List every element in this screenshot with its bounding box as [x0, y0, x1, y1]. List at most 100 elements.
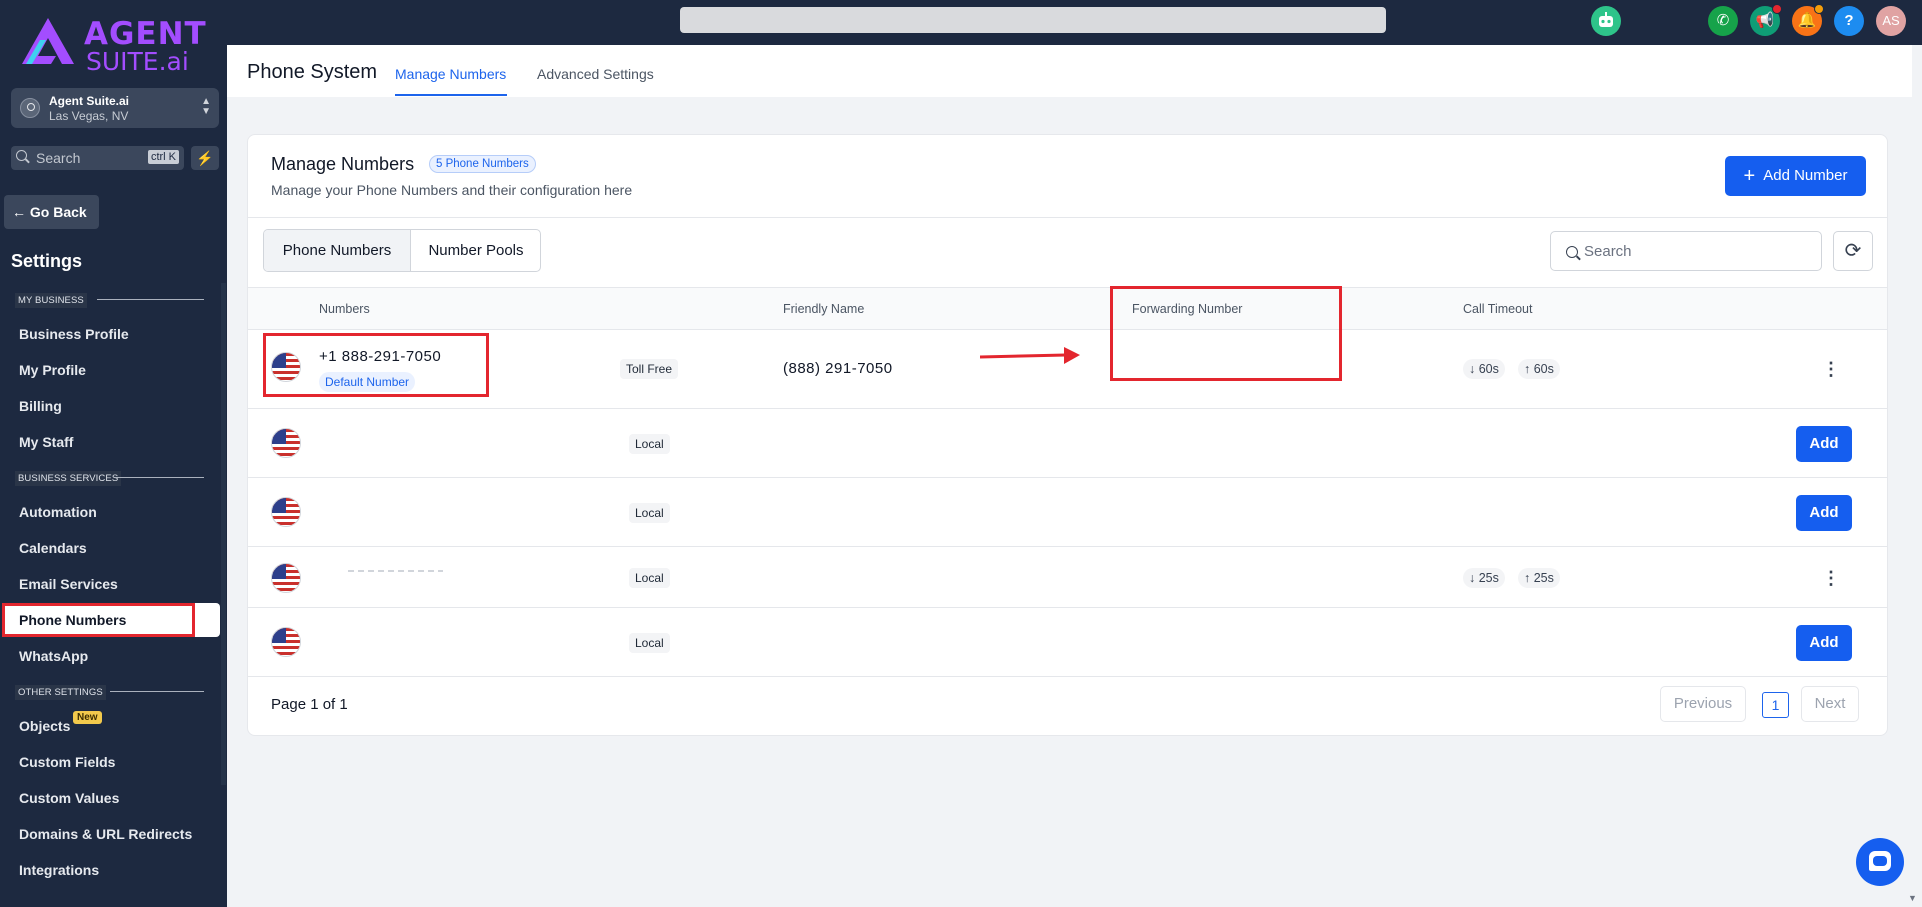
nav-whatsapp[interactable]: WhatsApp [19, 648, 88, 664]
agent-suite-logo-icon [22, 18, 74, 64]
timeout-outbound: ↑ 60s [1518, 359, 1560, 379]
chat-widget-icon[interactable] [1856, 838, 1904, 886]
timeout-outbound-value: 25s [1533, 571, 1554, 585]
manage-numbers-card: Manage Numbers 5 Phone Numbers Manage yo… [247, 134, 1888, 736]
sidebar: AGENT SUITE.ai Agent Suite.ai Las Vegas,… [0, 0, 227, 907]
table-row[interactable]: Local Add [248, 478, 1887, 547]
brand-name-line2: SUITE.ai [86, 47, 189, 76]
previous-button[interactable]: Previous [1660, 686, 1746, 722]
view-toggle: Phone Numbers Number Pools [263, 229, 541, 272]
nav-custom-fields[interactable]: Custom Fields [19, 754, 115, 770]
tab-advanced-settings[interactable]: Advanced Settings [537, 66, 654, 82]
divider [248, 217, 1887, 218]
table-row[interactable]: Local Add [248, 409, 1887, 478]
number-type-badge: Local [629, 503, 670, 523]
page-title: Phone System [247, 61, 378, 83]
nav-business-profile[interactable]: Business Profile [19, 326, 129, 342]
next-button[interactable]: Next [1801, 686, 1859, 722]
phone-count-badge: 5 Phone Numbers [429, 155, 536, 173]
us-flag-icon [271, 563, 301, 593]
notification-dot [1814, 4, 1824, 14]
table-row[interactable]: Local ↓ 25s ↑ 25s ⋮ [248, 547, 1887, 608]
number-type-badge: Toll Free [620, 359, 679, 379]
timeout-inbound-value: 60s [1478, 362, 1499, 376]
annotation-highlight-box [263, 333, 489, 397]
nav-objects[interactable]: Objects [19, 718, 70, 734]
section-business-services: BUSINESS SERVICES [15, 471, 122, 486]
annotation-highlight-box [2, 603, 195, 637]
redacted-number [348, 570, 443, 572]
chevron-updown-icon: ▲ ▼ [201, 96, 211, 117]
add-number-label: Add Number [1763, 167, 1848, 184]
nav-my-profile[interactable]: My Profile [19, 362, 86, 378]
us-flag-icon [271, 428, 301, 458]
user-avatar[interactable]: AS [1876, 6, 1906, 36]
new-badge: New [73, 711, 102, 724]
location-pin-icon [20, 98, 40, 118]
segment-phone-numbers[interactable]: Phone Numbers [264, 230, 411, 271]
add-forwarding-button[interactable]: Add [1796, 625, 1852, 661]
shortcut-hint: ctrl K [147, 150, 179, 164]
timeout-outbound: ↑ 25s [1518, 568, 1560, 588]
card-subtitle: Manage your Phone Numbers and their conf… [271, 182, 633, 198]
tab-manage-numbers[interactable]: Manage Numbers [395, 66, 506, 82]
number-type-badge: Local [629, 568, 670, 588]
add-forwarding-button[interactable]: Add [1796, 426, 1852, 462]
add-forwarding-button[interactable]: Add [1796, 495, 1852, 531]
top-bar: ✆ 📢 🔔 ? AS [227, 0, 1922, 45]
nav-billing[interactable]: Billing [19, 398, 62, 414]
nav-my-staff[interactable]: My Staff [19, 434, 73, 450]
section-my-business: MY BUSINESS [15, 293, 87, 308]
brand-logo[interactable]: AGENT SUITE.ai [18, 14, 218, 76]
location-switcher[interactable]: Agent Suite.ai Las Vegas, NV ▲ ▼ [11, 88, 219, 128]
nav-domains[interactable]: Domains & URL Redirects [19, 826, 192, 842]
nav-phone-numbers[interactable]: Phone Numbers [2, 603, 220, 637]
nav-integrations[interactable]: Integrations [19, 862, 99, 878]
quick-action-bolt-icon[interactable]: ⚡ [191, 146, 219, 170]
timeout-inbound: ↓ 60s [1463, 359, 1505, 379]
table-search-placeholder: Search [1584, 243, 1632, 260]
global-search-bar[interactable] [680, 7, 1386, 33]
card-title: Manage Numbers [271, 154, 415, 174]
refresh-icon[interactable]: ⟳ [1833, 231, 1873, 271]
add-number-button[interactable]: + Add Number [1725, 156, 1866, 196]
nav-calendars[interactable]: Calendars [19, 540, 87, 556]
nav-automation[interactable]: Automation [19, 504, 97, 520]
more-options-icon[interactable]: ⋮ [1822, 360, 1840, 378]
go-back-button[interactable]: ← Go Back [4, 195, 99, 229]
ai-bot-icon[interactable] [1591, 6, 1621, 36]
active-tab-underline [395, 94, 507, 96]
scroll-down-arrow-icon[interactable]: ▼ [1908, 893, 1917, 903]
table-row[interactable]: Local Add [248, 608, 1887, 677]
section-other-settings: OTHER SETTINGS [15, 685, 106, 700]
notification-dot [1772, 4, 1782, 14]
col-friendly-name: Friendly Name [783, 302, 865, 316]
location-city: Las Vegas, NV [49, 109, 129, 123]
timeout-inbound: ↓ 25s [1463, 568, 1505, 588]
segment-number-pools[interactable]: Number Pools [411, 230, 540, 271]
help-icon[interactable]: ? [1834, 6, 1864, 36]
timeout-inbound-value: 25s [1478, 571, 1499, 585]
location-name: Agent Suite.ai [49, 94, 130, 108]
timeout-outbound-value: 60s [1533, 362, 1554, 376]
annotation-highlight-box [1110, 286, 1342, 381]
table-row[interactable]: +1 888-291-7050 Default Number Toll Free… [248, 330, 1887, 409]
more-options-icon[interactable]: ⋮ [1822, 569, 1840, 587]
plus-icon: + [1743, 165, 1756, 187]
col-call-timeout: Call Timeout [1463, 302, 1533, 316]
sidebar-search-input[interactable]: Search ctrl K [11, 146, 184, 170]
sidebar-scrollbar[interactable] [221, 283, 226, 785]
number-type-badge: Local [629, 633, 670, 653]
friendly-name: (888) 291-7050 [783, 360, 893, 377]
divider [116, 477, 204, 478]
settings-heading: Settings [11, 251, 83, 271]
us-flag-icon [271, 497, 301, 527]
nav-email-services[interactable]: Email Services [19, 576, 118, 592]
nav-custom-values[interactable]: Custom Values [19, 790, 119, 806]
sidebar-search-placeholder: Search [36, 150, 81, 166]
page-number-current[interactable]: 1 [1762, 692, 1789, 718]
page-header: Phone System Manage Numbers Advanced Set… [227, 45, 1912, 97]
page-indicator: Page 1 of 1 [271, 696, 348, 713]
table-search-input[interactable]: Search [1550, 231, 1822, 271]
phone-icon[interactable]: ✆ [1708, 6, 1738, 36]
